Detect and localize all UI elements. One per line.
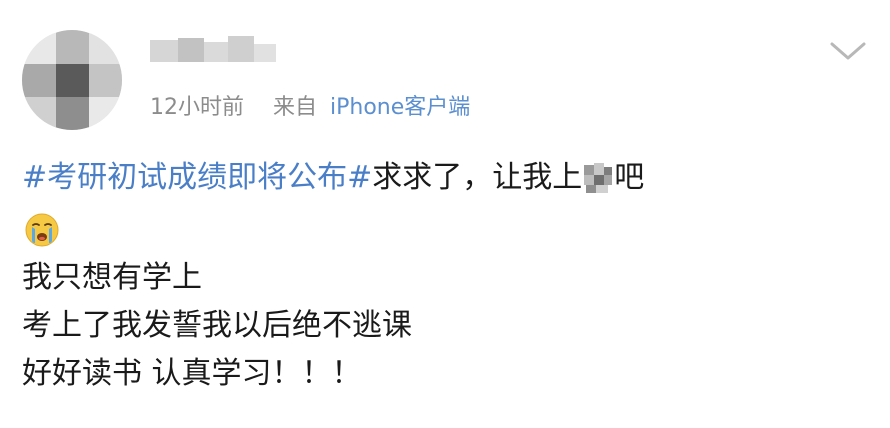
content-line-4: 好好读书 认真学习！！！ xyxy=(22,356,362,391)
crying-face-icon xyxy=(25,213,59,247)
content-text: 求求了，让我上 xyxy=(372,160,583,195)
post-content: #考研初试成绩即将公布# 求求了，让我上 吧 我只想有学上 考上了我发誓我以后绝… xyxy=(22,158,644,394)
content-line-1: #考研初试成绩即将公布# 求求了，让我上 吧 xyxy=(22,158,644,198)
weibo-post: 12小时前 来自 iPhone客户端 #考研初试成绩即将公布# 求求了，让我上 … xyxy=(0,0,890,428)
content-text: 吧 xyxy=(614,160,645,195)
avatar[interactable] xyxy=(22,30,122,130)
post-time: 12小时前 xyxy=(150,95,244,120)
hashtag-link[interactable]: #考研初试成绩即将公布# xyxy=(22,158,372,198)
from-label: 来自 xyxy=(273,95,318,120)
censored-text xyxy=(584,163,613,193)
content-line-2: 我只想有学上 xyxy=(22,260,202,295)
content-line-3: 考上了我发誓我以后绝不逃课 xyxy=(22,308,412,343)
chevron-down-icon[interactable] xyxy=(826,36,870,64)
emoji-row xyxy=(22,198,644,258)
client-link[interactable]: iPhone客户端 xyxy=(330,95,470,120)
post-meta: 12小时前 来自 iPhone客户端 xyxy=(150,94,470,122)
username-blurred[interactable] xyxy=(150,36,280,64)
